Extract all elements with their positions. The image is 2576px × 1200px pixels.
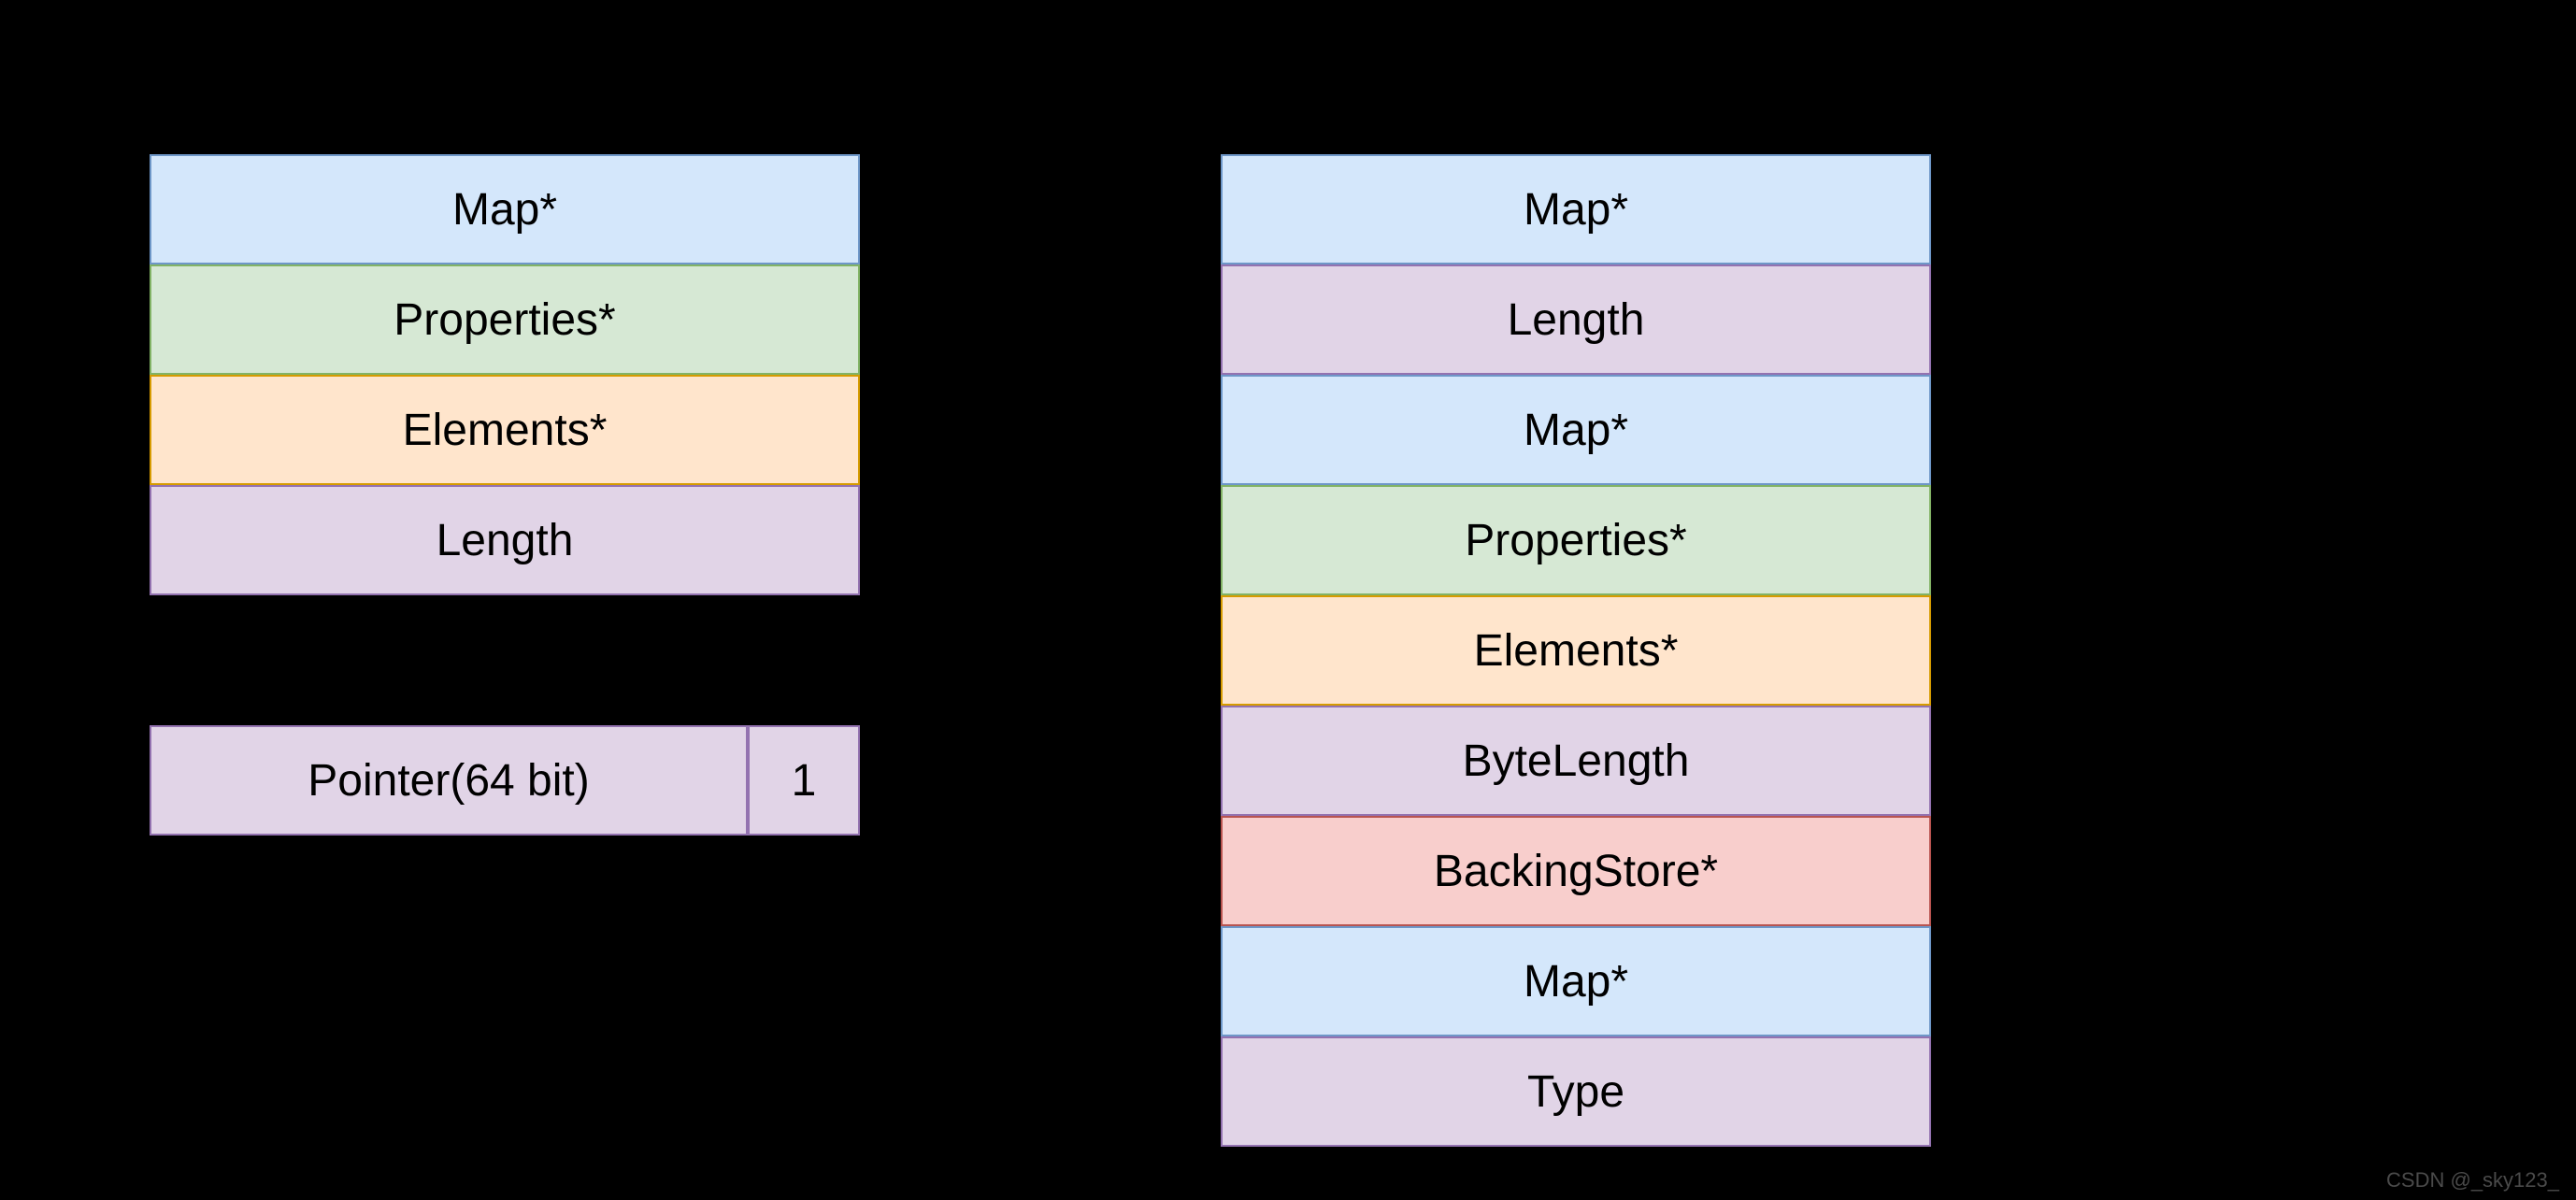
- left-row-3: Length: [150, 485, 860, 595]
- pointer-right-cell: 1: [748, 725, 860, 836]
- left-row-1: Properties*: [150, 264, 860, 375]
- right-row-5: ByteLength: [1221, 706, 1931, 816]
- pointer-left-cell: Pointer(64 bit): [150, 725, 748, 836]
- diagram-canvas: Map* Properties* Elements* Length Pointe…: [0, 0, 2576, 1200]
- left-row-0-label: Map*: [452, 184, 557, 236]
- right-row-4-label: Elements*: [1474, 625, 1679, 677]
- pointer-right-label: 1: [792, 755, 817, 807]
- right-row-4: Elements*: [1221, 595, 1931, 706]
- left-row-1-label: Properties*: [394, 294, 615, 346]
- right-row-1-label: Length: [1508, 294, 1645, 346]
- right-row-0: Map*: [1221, 154, 1931, 264]
- right-row-3: Properties*: [1221, 485, 1931, 595]
- right-row-8-label: Type: [1527, 1066, 1624, 1118]
- right-row-2: Map*: [1221, 375, 1931, 485]
- right-row-8: Type: [1221, 1036, 1931, 1147]
- right-row-0-label: Map*: [1524, 184, 1628, 236]
- left-row-0: Map*: [150, 154, 860, 264]
- right-row-7-label: Map*: [1524, 956, 1628, 1007]
- right-row-6-label: BackingStore*: [1434, 846, 1718, 897]
- left-row-2-label: Elements*: [403, 405, 608, 456]
- left-row-3-label: Length: [436, 515, 574, 566]
- pointer-left-label: Pointer(64 bit): [308, 755, 589, 807]
- left-row-2: Elements*: [150, 375, 860, 485]
- right-row-5-label: ByteLength: [1463, 736, 1690, 787]
- right-row-2-label: Map*: [1524, 405, 1628, 456]
- right-row-3-label: Properties*: [1465, 515, 1686, 566]
- right-row-6: BackingStore*: [1221, 816, 1931, 926]
- right-row-1: Length: [1221, 264, 1931, 375]
- watermark: CSDN @_sky123_: [2386, 1168, 2559, 1193]
- right-row-7: Map*: [1221, 926, 1931, 1036]
